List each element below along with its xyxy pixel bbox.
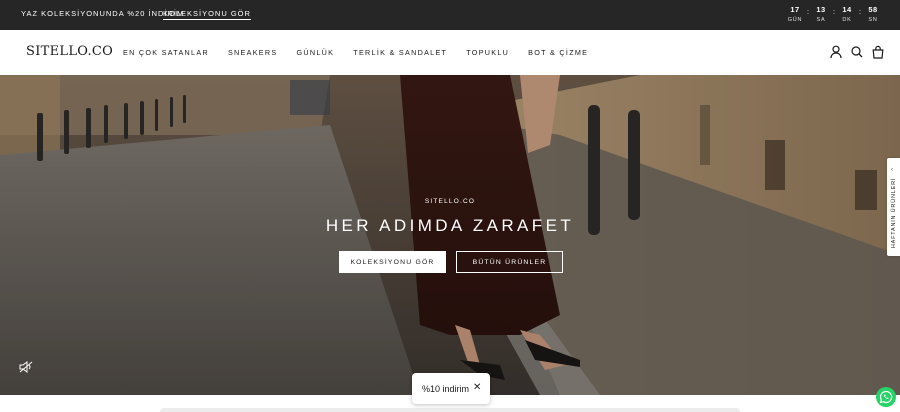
nav-item-sneakers[interactable]: SNEAKERS bbox=[228, 48, 278, 57]
countdown-seconds: 58 SN bbox=[864, 5, 882, 23]
main-nav: EN ÇOK SATANLAR SNEAKERS GÜNLÜK TERLİK &… bbox=[123, 48, 607, 57]
countdown-label: DK bbox=[842, 17, 852, 23]
nav-item-casual[interactable]: GÜNLÜK bbox=[296, 48, 334, 57]
countdown-separator: : bbox=[859, 9, 861, 16]
close-icon[interactable]: ✕ bbox=[473, 382, 481, 393]
mute-icon[interactable] bbox=[19, 360, 33, 373]
view-collection-button[interactable]: KOLEKSİYONU GÖR bbox=[339, 251, 446, 273]
search-icon[interactable] bbox=[851, 45, 863, 59]
countdown-label: GÜN bbox=[787, 17, 803, 23]
all-products-button[interactable]: BÜTÜN ÜRÜNLER bbox=[456, 251, 563, 273]
announcement-bar: YAZ KOLEKSİYONUNDA %20 İNDİRİM KOLEKSİYO… bbox=[0, 0, 900, 30]
countdown-value: 17 bbox=[790, 5, 800, 14]
site-logo[interactable]: SITELLO.CO bbox=[26, 44, 113, 59]
nav-item-heels[interactable]: TOPUKLU bbox=[466, 48, 509, 57]
header-icons bbox=[830, 45, 884, 59]
countdown-minutes: 14 DK bbox=[838, 5, 856, 23]
countdown-hours: 13 SA bbox=[812, 5, 830, 23]
nav-item-slippers-sandals[interactable]: TERLİK & SANDALET bbox=[353, 48, 447, 57]
hero-content: SITELLO.CO HER ADIMDA ZARAFET KOLEKSİYON… bbox=[0, 75, 900, 395]
discount-popup[interactable]: %10 indirim ✕ bbox=[412, 373, 490, 404]
countdown-timer: 17 GÜN : 13 SA : 14 DK : 58 SN bbox=[786, 5, 882, 23]
hero-banner: SITELLO.CO HER ADIMDA ZARAFET KOLEKSİYON… bbox=[0, 75, 900, 395]
whatsapp-icon[interactable] bbox=[876, 387, 896, 407]
discount-label: %10 indirim bbox=[422, 383, 470, 394]
site-header: SITELLO.CO EN ÇOK SATANLAR SNEAKERS GÜNL… bbox=[0, 30, 900, 75]
countdown-days: 17 GÜN bbox=[786, 5, 804, 23]
countdown-value: 58 bbox=[868, 5, 878, 14]
cart-icon[interactable] bbox=[872, 45, 884, 59]
announcement-message: YAZ KOLEKSİYONUNDA %20 İNDİRİM bbox=[21, 9, 185, 18]
hero-headline: HER ADIMDA ZARAFET bbox=[325, 216, 575, 235]
countdown-separator: : bbox=[833, 9, 835, 16]
announcement-collection-link[interactable]: KOLEKSİYONU GÖR bbox=[163, 9, 251, 18]
countdown-value: 14 bbox=[842, 5, 852, 14]
next-section-edge bbox=[160, 408, 740, 412]
weekly-products-label: HAFTANIN ÜRÜNLERİ bbox=[891, 177, 897, 249]
countdown-label: SN bbox=[868, 17, 878, 23]
account-icon[interactable] bbox=[830, 45, 842, 59]
nav-item-best-sellers[interactable]: EN ÇOK SATANLAR bbox=[123, 48, 209, 57]
weekly-products-tab[interactable]: ‹ HAFTANIN ÜRÜNLERİ bbox=[887, 158, 900, 256]
hero-eyebrow: SITELLO.CO bbox=[424, 198, 476, 205]
countdown-value: 13 bbox=[816, 5, 826, 14]
countdown-label: SA bbox=[816, 17, 826, 23]
nav-item-boots[interactable]: BOT & ÇİZME bbox=[528, 48, 588, 57]
countdown-separator: : bbox=[807, 9, 809, 16]
